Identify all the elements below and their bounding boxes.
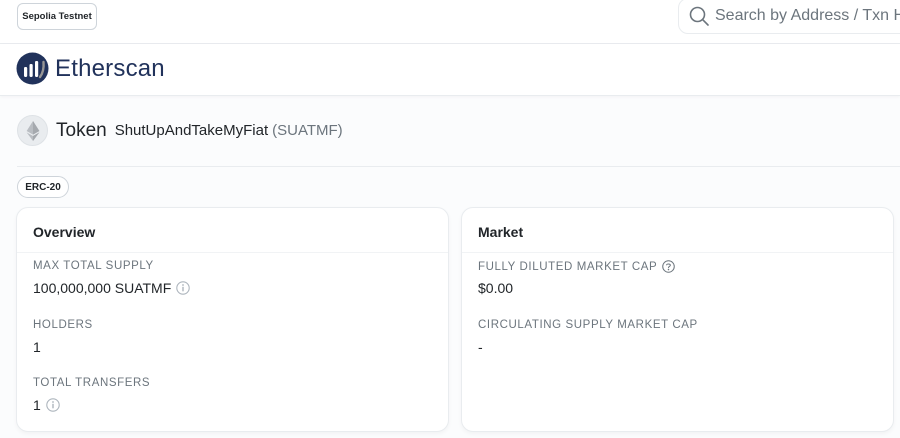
- etherscan-logo[interactable]: Etherscan: [16, 52, 165, 85]
- fdmc-value: $0.00: [478, 280, 514, 296]
- token-symbol: (SUATMF): [272, 122, 343, 139]
- fdmc-label-row: FULLY DILUTED MARKET CAP: [478, 260, 676, 273]
- market-divider: [462, 252, 893, 253]
- info-icon[interactable]: [46, 398, 60, 412]
- transfers-value[interactable]: 1: [33, 397, 41, 413]
- market-title: Market: [478, 224, 524, 240]
- max-supply-row: 100,000,000 SUATMF: [33, 280, 191, 296]
- question-icon[interactable]: [662, 260, 676, 273]
- search-icon: [689, 6, 709, 26]
- fdmc-label: FULLY DILUTED MARKET CAP: [478, 260, 658, 273]
- token-header: Token ShutUpAndTakeMyFiat (SUATMF): [17, 115, 343, 146]
- token-standard-badge: ERC-20: [17, 176, 69, 198]
- overview-title: Overview: [33, 224, 96, 240]
- info-icon[interactable]: [176, 281, 191, 295]
- ethereum-icon: [26, 120, 39, 141]
- search-box[interactable]: [678, 0, 900, 34]
- etherscan-logo-icon: [16, 52, 49, 85]
- token-name: ShutUpAndTakeMyFiat: [114, 122, 269, 139]
- overview-divider: [17, 252, 448, 253]
- header-divider: [17, 166, 900, 167]
- search-input[interactable]: [715, 7, 900, 25]
- holders-value[interactable]: 1: [33, 339, 41, 355]
- top-bar: Sepolia Testnet: [0, 0, 900, 44]
- max-supply-value: 100,000,000 SUATMF: [33, 280, 172, 296]
- transfers-row: 1: [33, 397, 60, 413]
- market-card: Market FULLY DILUTED MARKET CAP $0.00 CI…: [461, 207, 894, 432]
- max-supply-label: MAX TOTAL SUPPLY: [33, 260, 154, 272]
- overview-card: Overview MAX TOTAL SUPPLY 100,000,000 SU…: [16, 207, 449, 432]
- csmc-label: CIRCULATING SUPPLY MARKET CAP: [478, 319, 698, 331]
- token-kind-label: Token: [56, 119, 107, 141]
- transfers-label: TOTAL TRANSFERS: [33, 377, 151, 389]
- brand-name: Etherscan: [55, 54, 165, 82]
- network-badge[interactable]: Sepolia Testnet: [17, 3, 97, 30]
- brand-bar: Etherscan: [0, 44, 900, 96]
- csmc-value: -: [478, 339, 483, 355]
- holders-label: HOLDERS: [33, 319, 93, 331]
- token-avatar: [17, 115, 48, 146]
